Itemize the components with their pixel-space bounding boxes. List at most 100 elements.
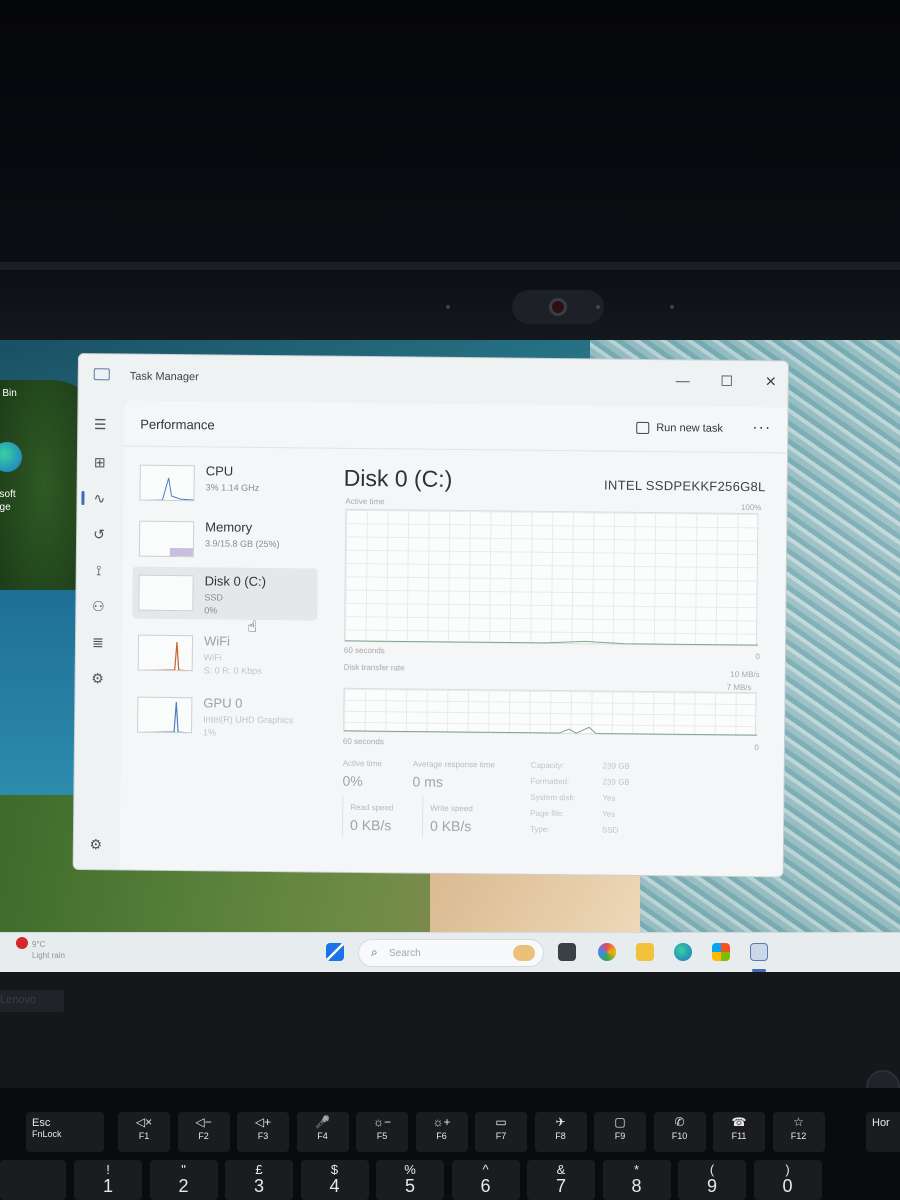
key-1[interactable]: ! 1 xyxy=(74,1160,142,1200)
hamburger-menu-icon[interactable]: ☰ xyxy=(90,414,110,434)
key-label: Esc xyxy=(32,1117,51,1129)
search-highlight-icon xyxy=(513,945,535,961)
device-memory[interactable]: Memory 3.9/15.8 GB (25%) xyxy=(133,513,319,567)
device-name: Memory xyxy=(205,519,253,535)
weather-temp: 9°C xyxy=(32,940,46,949)
memory-thumbnail-graph xyxy=(138,520,195,558)
transfer-rate-mid: 7 MB/s xyxy=(726,682,752,693)
page-title: Performance xyxy=(140,416,215,433)
weather-widget[interactable]: 9°C Light rain xyxy=(32,939,65,961)
close-button[interactable]: ✕ xyxy=(755,369,787,393)
key-shift-label: & xyxy=(556,1162,566,1177)
mouse-pointer-icon: ☝ xyxy=(247,618,257,636)
function-glyph-icon: ☆ xyxy=(793,1115,804,1129)
key-f12[interactable]: ☆ F12 xyxy=(772,1112,825,1152)
stat-active-time-label: Active time xyxy=(342,758,382,769)
users-icon[interactable]: ⚇ xyxy=(88,596,108,616)
key-backtick[interactable] xyxy=(0,1160,66,1200)
startup-apps-icon[interactable]: ⟟ xyxy=(89,560,109,580)
stat-read-label: Read speed xyxy=(350,802,394,813)
device-list: CPU 3% 1.14 GHz Memory 3.9/15.8 GB (25%)… xyxy=(131,457,319,759)
device-stats: Intel(R) UHD Graphics 1% xyxy=(202,714,294,738)
disk-model: INTEL SSDPEKKF256G8L xyxy=(603,477,766,495)
gpu-thumbnail-graph xyxy=(137,696,193,734)
key-esc[interactable]: Esc FnLock xyxy=(26,1112,104,1152)
edge-shortcut[interactable]: osoft dge xyxy=(0,488,34,514)
transfer-rate-max: 10 MB/s xyxy=(730,669,760,680)
edge-taskbar-icon[interactable] xyxy=(674,943,692,961)
more-options-button[interactable]: ··· xyxy=(752,419,771,437)
key-f4[interactable]: 🎤 F4 xyxy=(296,1112,349,1152)
edge-label: osoft xyxy=(0,489,16,500)
details-icon[interactable]: ≣ xyxy=(88,632,108,652)
function-glyph-icon: ◁+ xyxy=(254,1115,272,1129)
command-bar: Performance Run new task ··· xyxy=(124,400,789,454)
key-home[interactable]: Hor xyxy=(866,1112,900,1152)
spec-system-disk-key: System disk: xyxy=(530,792,576,803)
device-disk-0[interactable]: Disk 0 (C:) SSD 0% xyxy=(132,566,318,621)
disk-title: Disk 0 (C:) xyxy=(343,464,453,492)
processes-icon[interactable]: ⊞ xyxy=(90,452,110,472)
device-cpu[interactable]: CPU 3% 1.14 GHz xyxy=(133,457,319,511)
title-bar[interactable]: Task Manager — ☐ ✕ xyxy=(79,354,788,407)
divider xyxy=(341,794,344,837)
active-time-graph xyxy=(343,508,759,647)
stat-write-value: 0 KB/s xyxy=(429,817,472,835)
key-f8[interactable]: ✈ F8 xyxy=(534,1112,587,1152)
run-new-task-label: Run new task xyxy=(656,422,723,435)
key-f3[interactable]: ◁+ F3 xyxy=(237,1112,289,1152)
key-label: 9 xyxy=(706,1176,717,1196)
key-label: F11 xyxy=(731,1131,747,1141)
services-icon[interactable]: ⚙ xyxy=(87,668,107,688)
key-f7[interactable]: ▭ F7 xyxy=(475,1112,527,1152)
function-glyph-icon: ◁× xyxy=(135,1115,153,1129)
key-f11[interactable]: ☎ F11 xyxy=(713,1112,765,1152)
key-label: F2 xyxy=(198,1131,209,1141)
key-9[interactable]: (9 xyxy=(678,1160,746,1200)
key-f9[interactable]: ▢ F9 xyxy=(594,1112,646,1152)
function-glyph-icon: ☎ xyxy=(731,1115,747,1129)
search-placeholder: Search xyxy=(389,948,421,959)
wifi-thumbnail-graph xyxy=(137,634,194,672)
key-4[interactable]: $4 xyxy=(300,1160,369,1200)
key-f2[interactable]: ◁− F2 xyxy=(177,1112,230,1152)
key-f5[interactable]: ☼− F5 xyxy=(356,1112,408,1152)
device-name: WiFi xyxy=(203,633,231,649)
function-glyph-icon: ✆ xyxy=(674,1115,685,1129)
task-view-icon[interactable] xyxy=(558,943,576,961)
performance-pane: Performance Run new task ··· CPU 3% 1.14… xyxy=(119,400,789,878)
device-gpu-0[interactable]: GPU 0 Intel(R) UHD Graphics 1% xyxy=(131,689,317,743)
app-history-icon[interactable]: ↺ xyxy=(89,524,109,544)
key-shift-label: % xyxy=(404,1162,416,1177)
device-wifi[interactable]: WiFi WiFi S: 0 R: 0 Kbps xyxy=(132,627,318,681)
run-new-task-button[interactable]: Run new task xyxy=(636,421,723,435)
weather-badge-icon[interactable] xyxy=(16,937,28,949)
key-5[interactable]: % 5 xyxy=(376,1160,444,1200)
settings-icon[interactable]: ⚙ xyxy=(86,834,106,854)
key-8[interactable]: * 8 xyxy=(602,1160,671,1200)
key-f1[interactable]: ◁× F1 xyxy=(118,1112,170,1152)
performance-icon[interactable]: ∿ xyxy=(89,488,109,508)
minimize-button[interactable]: — xyxy=(667,368,699,392)
device-name: Disk 0 (C:) xyxy=(204,573,267,589)
start-windows-icon[interactable] xyxy=(326,943,344,961)
recycle-bin-shortcut[interactable]: e Bin xyxy=(0,388,34,399)
key-f10[interactable]: ✆ F10 xyxy=(653,1112,706,1152)
key-6[interactable]: ^ 6 xyxy=(451,1160,520,1200)
store-icon[interactable] xyxy=(712,943,730,961)
key-label: 0 xyxy=(782,1176,793,1196)
file-explorer-icon[interactable] xyxy=(636,943,654,961)
window-title: Task Manager xyxy=(129,370,199,384)
disk-thumbnail-graph xyxy=(138,574,194,612)
key-0[interactable]: ) 0 xyxy=(753,1160,822,1200)
key-2[interactable]: " 2 xyxy=(149,1160,218,1200)
task-manager-taskbar-icon[interactable] xyxy=(750,943,768,961)
copilot-icon[interactable] xyxy=(598,943,616,961)
laptop-bezel xyxy=(0,0,900,345)
key-sublabel: FnLock xyxy=(32,1129,62,1139)
key-f6[interactable]: ☼+ F6 xyxy=(415,1112,468,1152)
taskbar-search-box[interactable]: ⌕ Search xyxy=(358,939,544,967)
key-3[interactable]: £3 xyxy=(225,1160,293,1200)
key-7[interactable]: & 7 xyxy=(527,1160,595,1200)
maximize-button[interactable]: ☐ xyxy=(711,369,743,393)
